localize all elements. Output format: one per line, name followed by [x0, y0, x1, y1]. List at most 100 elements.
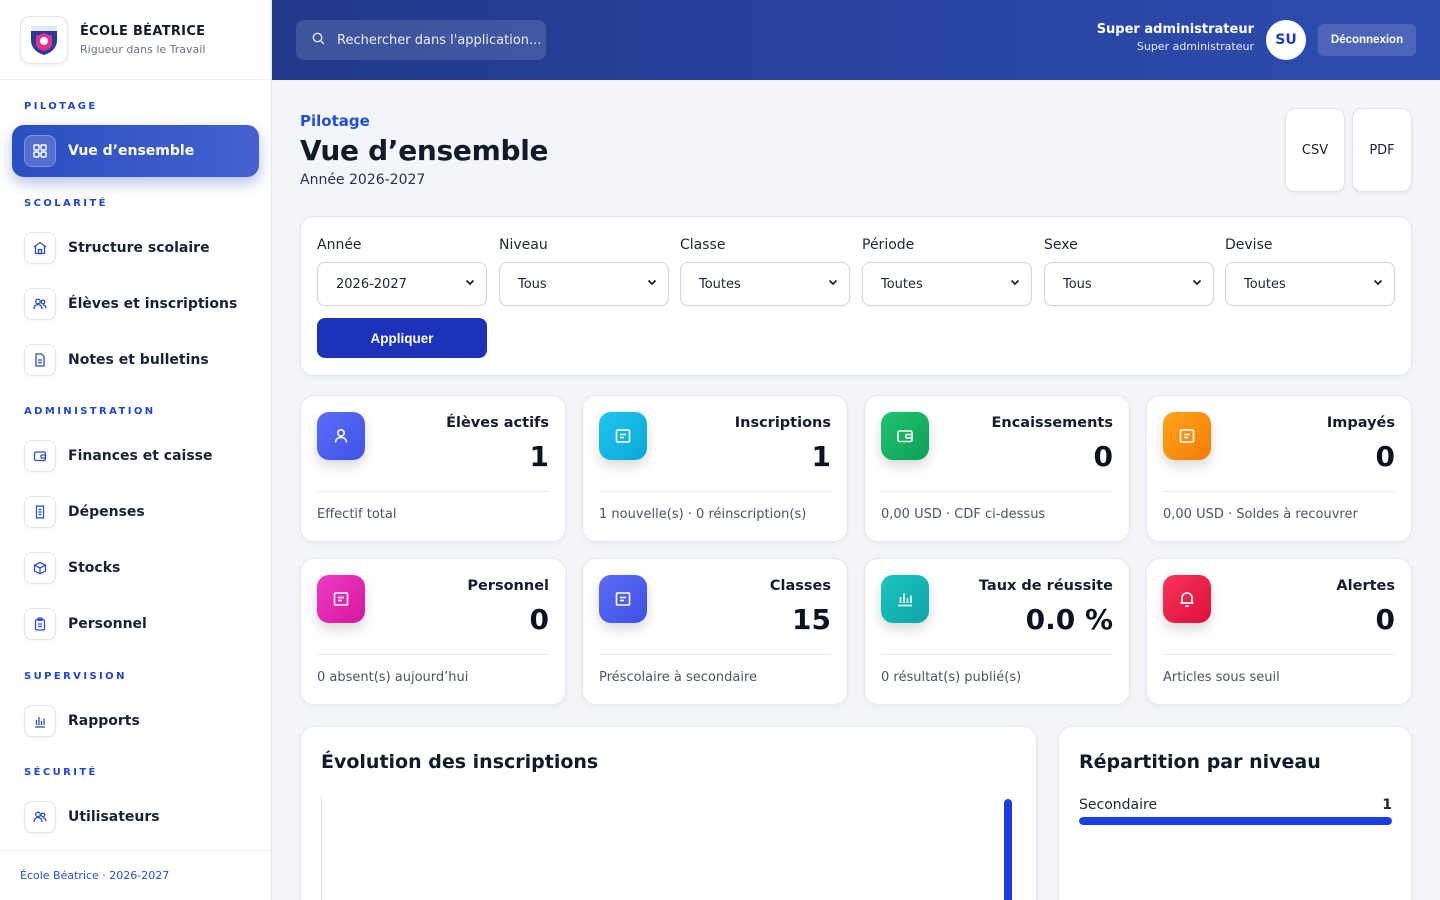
filter-sexe: Sexe Tous	[1044, 237, 1214, 306]
search-icon	[312, 32, 325, 49]
logout-button[interactable]: Déconnexion	[1318, 24, 1416, 56]
select-value: Toutes	[881, 276, 923, 292]
sidebar-item-depenses[interactable]: Dépenses	[12, 486, 259, 538]
filter-label: Année	[317, 237, 362, 253]
stat-title: Élèves actifs	[446, 415, 549, 431]
form-icon	[1163, 412, 1211, 460]
stat-card-eleves-actifs[interactable]: Élèves actifs 1 Effectif total	[300, 395, 566, 542]
clipboard-icon	[24, 608, 56, 640]
stat-footnote: 1 nouvelle(s) · 0 réinscription(s)	[599, 507, 807, 522]
section-scolarite: SCOLARITÉ	[24, 198, 108, 209]
section-pilotage: PILOTAGE	[24, 101, 98, 112]
stat-card-impayes[interactable]: Impayés 0 0,00 USD · Soldes à recouvrer	[1146, 395, 1412, 542]
school-icon	[24, 232, 56, 264]
distribution-row: Secondaire 1	[1079, 797, 1392, 825]
annee-select[interactable]: 2026-2027	[317, 262, 487, 306]
distribution-bar-fill	[1079, 817, 1392, 825]
user-info: Super administrateur Super administrateu…	[1097, 22, 1254, 53]
distribution-label: Secondaire	[1079, 797, 1158, 813]
stat-title: Alertes	[1336, 578, 1395, 594]
niveau-select[interactable]: Tous	[499, 262, 669, 306]
select-value: Toutes	[699, 276, 741, 292]
sidebar-item-personnel[interactable]: Personnel	[12, 598, 259, 650]
sidebar-item-vue-ensemble[interactable]: Vue d’ensemble	[12, 125, 259, 177]
avatar[interactable]: SU	[1266, 20, 1306, 60]
devise-select[interactable]: Toutes	[1225, 262, 1395, 306]
page-title: Vue d’ensemble	[300, 134, 549, 167]
filter-label: Période	[862, 237, 915, 253]
apply-button[interactable]: Appliquer	[317, 318, 487, 358]
sidebar-item-finances-caisse[interactable]: Finances et caisse	[12, 430, 259, 482]
user-icon	[317, 412, 365, 460]
sidebar-item-utilisateurs[interactable]: Utilisateurs	[12, 791, 259, 843]
stat-footnote: 0,00 USD · CDF ci-dessus	[881, 507, 1046, 522]
stat-footnote: Effectif total	[317, 507, 397, 522]
user-role: Super administrateur	[1136, 40, 1254, 53]
brand[interactable]: ÉCOLE BÉATRICE Rigueur dans le Travail	[0, 0, 271, 80]
select-value: Tous	[1063, 276, 1092, 292]
sidebar-item-stocks[interactable]: Stocks	[12, 542, 259, 594]
filter-label: Niveau	[499, 237, 548, 253]
enrollment-chart-card: Évolution des inscriptions	[300, 726, 1037, 900]
sidebar-item-rapports[interactable]: Rapports	[12, 695, 259, 747]
sexe-select[interactable]: Tous	[1044, 262, 1214, 306]
stat-card-alertes[interactable]: Alertes 0 Articles sous seuil	[1146, 558, 1412, 705]
receipt-icon	[24, 496, 56, 528]
sidebar-item-label: Personnel	[68, 616, 147, 632]
chevron-down-icon	[1191, 276, 1203, 292]
stat-card-personnel[interactable]: Personnel 0 0 absent(s) aujourd’hui	[300, 558, 566, 705]
sidebar-item-label: Structure scolaire	[68, 240, 210, 256]
section-administration: ADMINISTRATION	[24, 406, 156, 417]
sidebar-item-label: Finances et caisse	[68, 448, 213, 464]
stat-value: 0	[1093, 440, 1113, 473]
bell-icon	[1163, 575, 1211, 623]
stat-value: 0	[529, 603, 549, 636]
stat-footnote: 0 résultat(s) publié(s)	[881, 670, 1022, 685]
sidebar-item-eleves-inscriptions[interactable]: Élèves et inscriptions	[12, 278, 259, 330]
stat-value: 0.0 %	[1025, 603, 1113, 636]
wallet-icon	[24, 440, 56, 472]
periode-select[interactable]: Toutes	[862, 262, 1032, 306]
box-icon	[24, 552, 56, 584]
stat-title: Taux de réussite	[978, 578, 1113, 594]
school-tagline: Rigueur dans le Travail	[80, 42, 206, 56]
divider	[317, 654, 549, 655]
stat-card-inscriptions[interactable]: Inscriptions 1 1 nouvelle(s) · 0 réinscr…	[582, 395, 848, 542]
form-icon	[317, 575, 365, 623]
filter-panel: Année 2026-2027 Niveau Tous Classe Toute…	[300, 216, 1412, 376]
filter-label: Devise	[1225, 237, 1273, 253]
stat-title: Personnel	[467, 578, 549, 594]
stat-card-taux-reussite[interactable]: Taux de réussite 0.0 % 0 résultat(s) pub…	[864, 558, 1130, 705]
stat-card-classes[interactable]: Classes 15 Préscolaire à secondaire	[582, 558, 848, 705]
stat-value: 0	[1375, 603, 1395, 636]
stat-value: 1	[529, 440, 549, 473]
sidebar-item-label: Élèves et inscriptions	[68, 296, 238, 312]
select-value: 2026-2027	[336, 276, 407, 292]
stat-value: 15	[792, 603, 831, 636]
export-pdf-button[interactable]: PDF	[1352, 108, 1412, 192]
stat-card-encaissements[interactable]: Encaissements 0 0,00 USD · CDF ci-dessus	[864, 395, 1130, 542]
distribution-bar-track	[1079, 817, 1392, 825]
filter-label: Sexe	[1044, 237, 1078, 253]
stat-value: 0	[1375, 440, 1395, 473]
page-subtitle: Année 2026-2027	[300, 172, 426, 188]
search-placeholder: Rechercher dans l'application...	[337, 32, 542, 48]
divider	[1163, 491, 1395, 492]
filter-annee: Année 2026-2027	[317, 237, 487, 306]
select-value: Toutes	[1244, 276, 1286, 292]
sidebar-item-notes-bulletins[interactable]: Notes et bulletins	[12, 334, 259, 386]
form-icon	[599, 412, 647, 460]
export-csv-button[interactable]: CSV	[1285, 108, 1345, 192]
sidebar: ÉCOLE BÉATRICE Rigueur dans le Travail P…	[0, 0, 272, 900]
chart-y-axis	[321, 797, 322, 900]
filter-periode: Période Toutes	[862, 237, 1032, 306]
sidebar-item-structure-scolaire[interactable]: Structure scolaire	[12, 222, 259, 274]
form-icon	[599, 575, 647, 623]
divider	[317, 491, 549, 492]
stat-title: Encaissements	[991, 415, 1113, 431]
classe-select[interactable]: Toutes	[680, 262, 850, 306]
grid-icon	[24, 135, 56, 167]
divider	[599, 491, 831, 492]
search-input[interactable]: Rechercher dans l'application...	[296, 20, 546, 60]
breadcrumb[interactable]: Pilotage	[300, 112, 370, 130]
